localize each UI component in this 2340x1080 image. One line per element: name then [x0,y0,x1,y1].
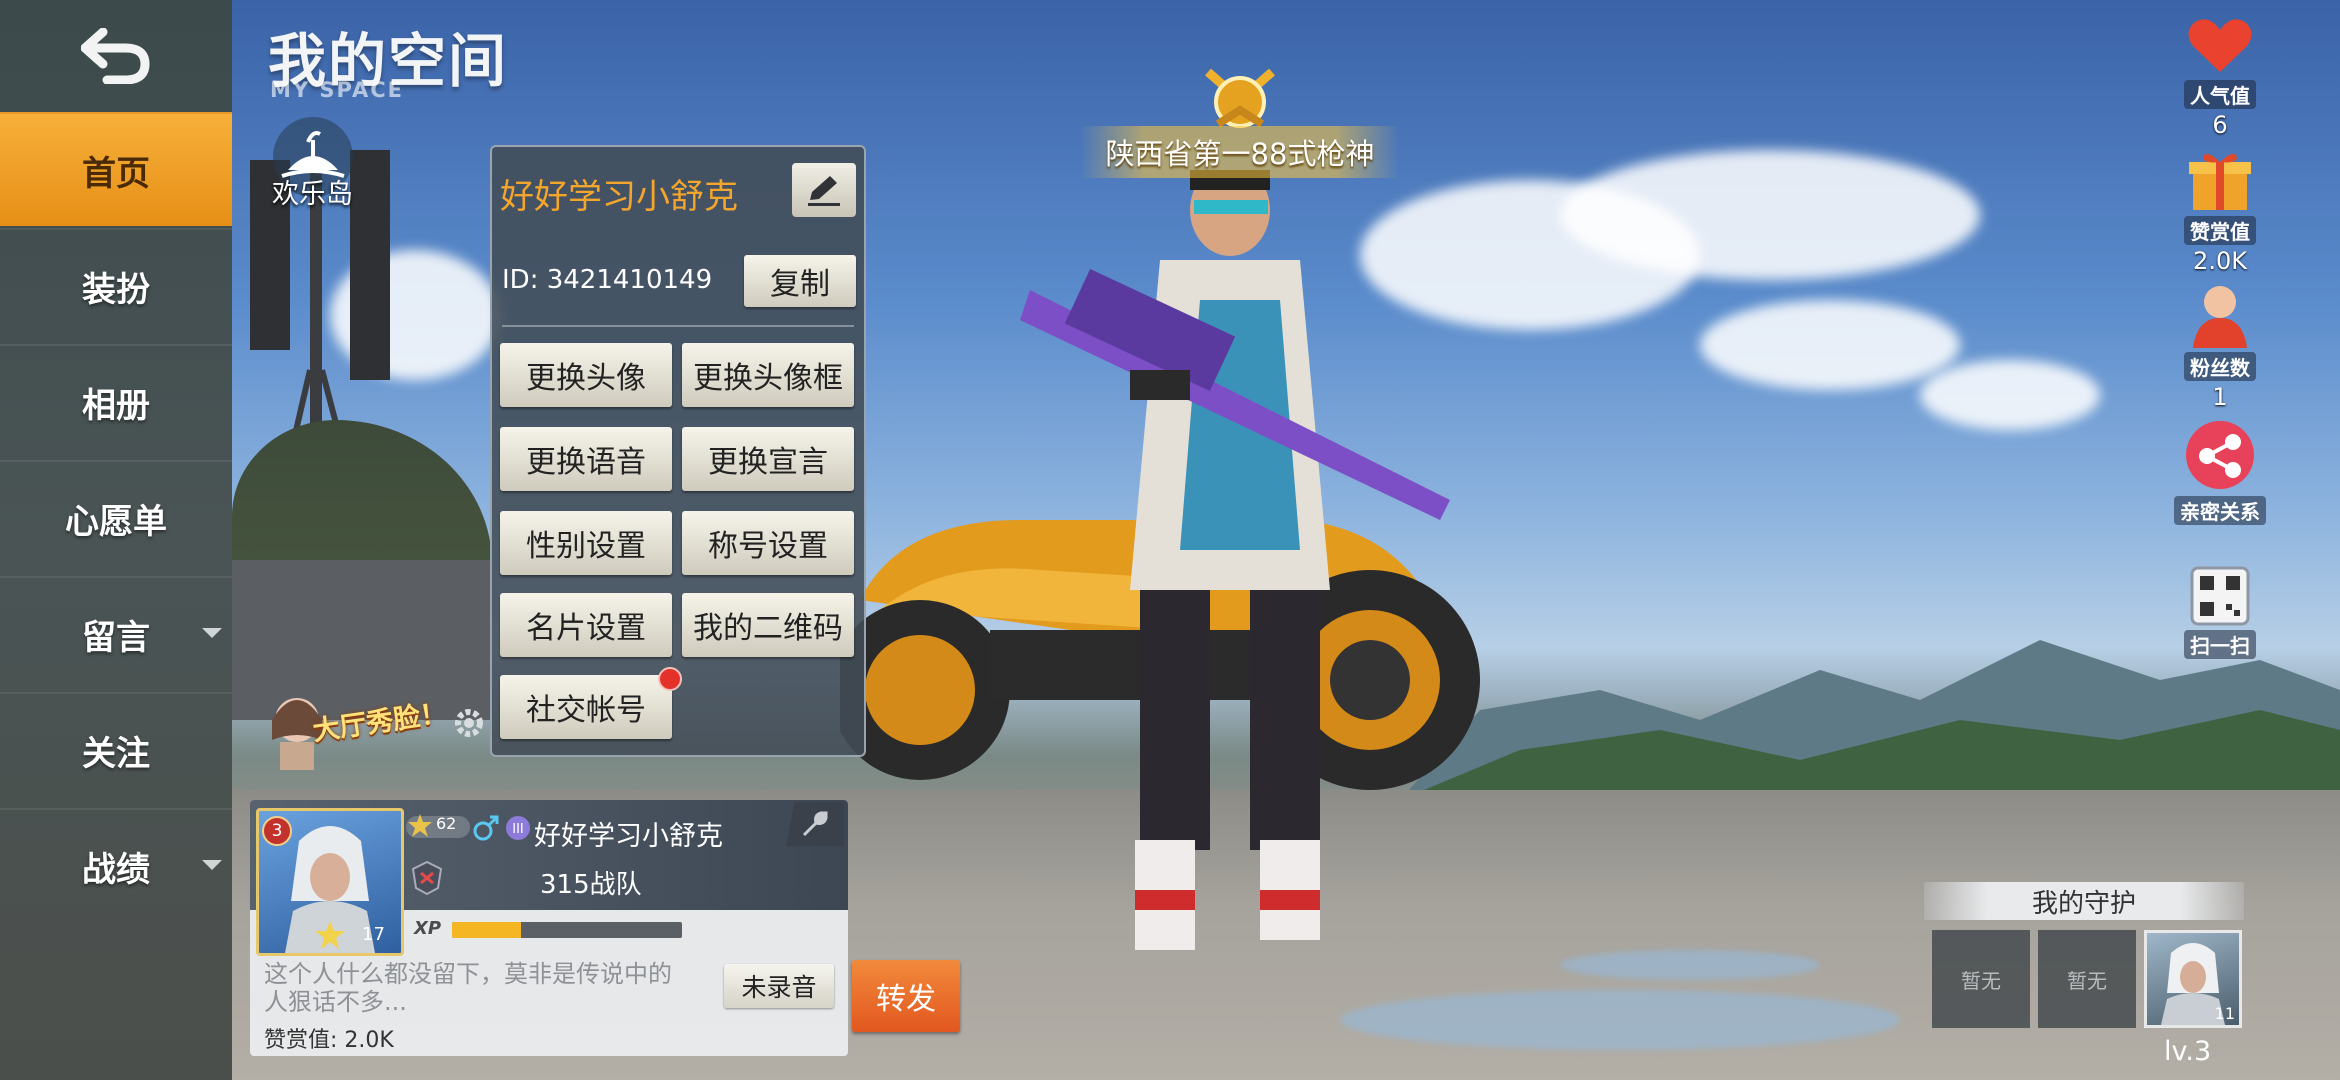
stat-value: 1 [2212,383,2228,411]
stat-label: 赞赏值 [2184,216,2256,245]
change-avatar-frame-button[interactable]: 更换头像框 [682,343,854,407]
cloud [1700,300,1960,390]
character-title: 陕西省第一88式枪神 [1105,137,1375,171]
team-emblem-icon [411,860,443,896]
gift-icon [2189,153,2251,210]
pencil-icon [808,176,840,206]
intimacy-stat[interactable]: 亲密关系 [2160,418,2280,525]
edit-name-button[interactable] [792,163,856,217]
nav-item-label: 首页 [82,153,150,194]
puddle [1340,990,1900,1050]
nav-item-label: 留言 [82,617,150,658]
wrench-icon [802,811,828,837]
stat-label: 人气值 [2184,80,2256,109]
nav-item-following[interactable]: 关注 [0,692,232,806]
fan-icon [2193,286,2247,348]
xp-label: XP [414,918,442,939]
team-name[interactable]: 315战队 [540,864,642,901]
share-icon [2186,421,2254,489]
scan-button[interactable]: 扫一扫 [2160,566,2280,659]
island-label[interactable]: 欢乐岛 [272,172,353,211]
avatar-level: 17 [362,924,385,945]
change-avatar-button[interactable]: 更换头像 [500,343,672,407]
male-icon [473,815,499,841]
guardian-slot-empty[interactable]: 暂无 [2038,930,2136,1028]
player-character [1020,170,1450,950]
profile-menu-popup: 好好学习小舒克 ID: 3421410149 复制 更换头像 更换头像框 更换语… [490,145,866,757]
qr-icon [2190,566,2250,626]
appreciation-stat[interactable]: 赞赏值 2.0K [2160,148,2280,275]
nav-item-home[interactable]: 首页 [0,112,232,226]
change-declaration-button[interactable]: 更换宣言 [682,427,854,491]
player-id: ID: 3421410149 [502,265,713,295]
player-card[interactable]: 3 17 62 III 好好学习小舒克 315战队 XP 这个人什么都没留下，莫… [250,800,848,1056]
divider [502,325,854,327]
my-qrcode-button[interactable]: 我的二维码 [682,593,854,657]
level-number: 62 [436,814,457,833]
stat-value: 6 [2212,111,2228,139]
popularity-stat[interactable]: 人气值 6 [2160,16,2280,139]
xp-bar [452,922,682,938]
stat-label: 扫一扫 [2184,630,2256,659]
svg-text:III: III [512,822,524,837]
stat-label: 粉丝数 [2184,352,2256,381]
gender-settings-button[interactable]: 性别设置 [500,511,672,575]
nav-item-label: 心愿单 [65,501,167,542]
nav-item-label: 战绩 [82,849,150,890]
back-button[interactable] [0,0,232,112]
stat-value: 2.0K [2193,247,2247,275]
forward-button[interactable]: 转发 [852,960,960,1032]
nav-item-album[interactable]: 相册 [0,344,232,458]
puddle [1560,950,1820,980]
back-arrow-icon [81,28,150,84]
profile-name: 好好学习小舒克 [500,177,738,217]
nav-item-messages[interactable]: 留言 [0,576,232,690]
guardian-level: lv.3 [2164,1036,2212,1067]
guardian-slot-empty[interactable]: 暂无 [1932,930,2030,1028]
appreciation-value: 赞赏值: 2.0K [264,1028,394,1053]
settings-gear-icon[interactable] [452,706,486,740]
copy-id-button[interactable]: 复制 [744,255,856,307]
cloud [1920,360,2100,430]
rank-emblem-icon: III [506,816,530,840]
page-subtitle: MY SPACE [270,78,405,102]
player-declaration: 这个人什么都没留下，莫非是传说中的人狠话不多... [264,960,672,1016]
character-title-badge: 陕西省第一88式枪神 [1080,126,1400,178]
xp-fill [452,922,521,938]
card-player-name: 好好学习小舒克 [534,821,723,852]
cloud [1560,150,1980,280]
caret-down-icon [202,860,222,870]
fans-stat[interactable]: 粉丝数 1 [2160,282,2280,411]
left-navigation: 首页 装扮 相册 心愿单 留言 关注 战绩 [0,0,232,1080]
wrench-button[interactable] [786,802,844,846]
nav-item-wishlist[interactable]: 心愿单 [0,460,232,574]
voice-record-button[interactable]: 未录音 [724,964,834,1008]
caret-down-icon [202,628,222,638]
nav-item-label: 相册 [82,385,150,426]
title-settings-button[interactable]: 称号设置 [682,511,854,575]
nav-item-record[interactable]: 战绩 [0,808,232,922]
stat-label: 亲密关系 [2174,496,2266,525]
nav-item-label: 装扮 [82,269,150,310]
guardian-avatar-level: 11 [2214,1004,2235,1023]
social-account-button[interactable]: 社交帐号 [500,675,672,739]
guardian-avatar[interactable]: 11 [2144,930,2242,1028]
rank-badge: 3 [262,816,292,846]
guardians-title: 我的守护 [1924,882,2244,920]
namecard-settings-button[interactable]: 名片设置 [500,593,672,657]
change-voice-button[interactable]: 更换语音 [500,427,672,491]
nav-item-dressup[interactable]: 装扮 [0,228,232,342]
notification-dot [658,667,682,691]
heart-icon [2188,19,2252,72]
nav-item-label: 关注 [82,733,150,774]
